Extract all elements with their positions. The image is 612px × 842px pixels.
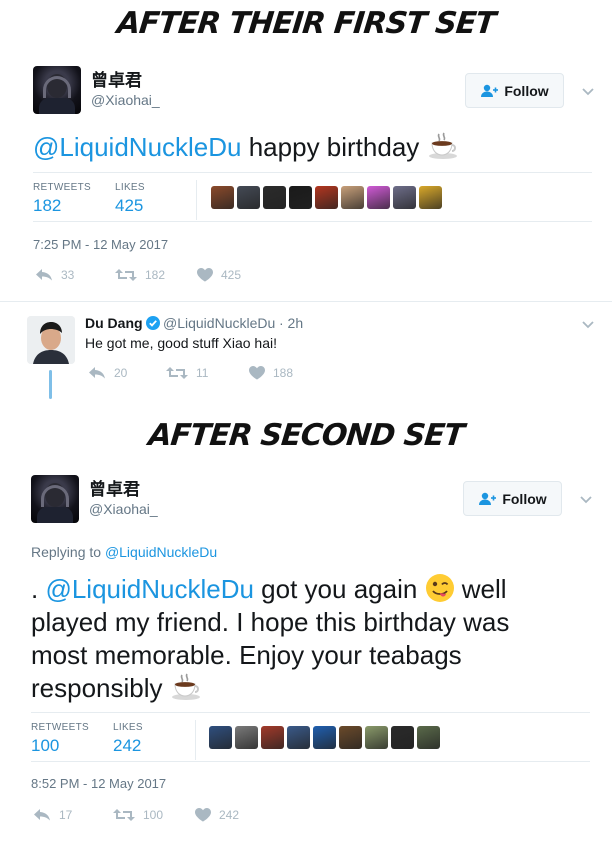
- likes-count[interactable]: 425: [115, 196, 143, 216]
- like-action[interactable]: 242: [195, 808, 239, 822]
- liker-avatar[interactable]: [211, 186, 234, 209]
- reply-author-name[interactable]: Du Dang: [85, 315, 143, 331]
- reply-icon: [36, 269, 52, 281]
- reply-icon: [34, 809, 50, 821]
- liker-avatar[interactable]: [287, 726, 310, 749]
- reply-action[interactable]: 17: [33, 808, 72, 822]
- like-count: 242: [219, 808, 240, 822]
- reply-count: 33: [61, 268, 75, 282]
- follow-button[interactable]: Follow: [465, 73, 564, 108]
- like-action[interactable]: 188: [249, 366, 293, 380]
- liker-avatar[interactable]: [339, 726, 362, 749]
- heart-icon: [197, 268, 213, 282]
- retweets-label: RETWEETS: [33, 182, 91, 193]
- follow-label: Follow: [502, 490, 547, 507]
- retweet-icon: [113, 809, 135, 821]
- retweets-label: RETWEETS: [31, 722, 89, 733]
- author-avatar[interactable]: [33, 66, 81, 114]
- tweet-timestamp[interactable]: 7:25 PM - 12 May 2017: [33, 237, 168, 252]
- liker-avatar[interactable]: [289, 186, 312, 209]
- likers-list: [209, 726, 440, 749]
- liker-avatar[interactable]: [419, 186, 442, 209]
- author-handle[interactable]: @Xiaohai_: [91, 92, 160, 108]
- reply-icon: [89, 367, 105, 379]
- likes-label: LIKES: [115, 182, 145, 193]
- liker-avatar[interactable]: [313, 726, 336, 749]
- like-action[interactable]: 425: [197, 268, 241, 282]
- retweet-icon: [166, 367, 188, 379]
- liker-avatar[interactable]: [235, 726, 258, 749]
- like-count: 188: [273, 366, 294, 380]
- author-avatar[interactable]: [31, 475, 79, 523]
- tweet-text: . @LiquidNuckleDu got you again well pla…: [31, 573, 510, 703]
- liker-avatar[interactable]: [315, 186, 338, 209]
- chevron-down-icon[interactable]: [582, 84, 594, 96]
- winking-tongue-emoji-icon: [425, 573, 455, 603]
- retweet-action[interactable]: 11: [166, 366, 208, 380]
- retweet-icon: [115, 269, 137, 281]
- reply-count: 17: [59, 808, 73, 822]
- like-count: 425: [221, 268, 242, 282]
- retweet-action[interactable]: 182: [115, 268, 165, 282]
- mention-link[interactable]: @LiquidNuckleDu: [45, 574, 254, 604]
- retweet-action[interactable]: 100: [113, 808, 163, 822]
- author-name[interactable]: 曾卓君: [89, 475, 140, 500]
- retweet-count: 100: [143, 808, 164, 822]
- retweet-count: 182: [145, 268, 166, 282]
- reply-action[interactable]: 20: [88, 366, 127, 380]
- liker-avatar[interactable]: [365, 726, 388, 749]
- reply-text: He got me, good stuff Xiao hai!: [85, 335, 277, 351]
- chevron-down-icon[interactable]: [582, 317, 594, 329]
- teacup-emoji-icon: [427, 132, 459, 160]
- likes-label: LIKES: [113, 722, 143, 733]
- liker-avatar[interactable]: [367, 186, 390, 209]
- heading-first-set: AFTER THEIR FIRST SET: [115, 6, 497, 41]
- liker-avatar[interactable]: [237, 186, 260, 209]
- heading-second-set: AFTER SECOND SET: [146, 418, 466, 453]
- liker-avatar[interactable]: [341, 186, 364, 209]
- follow-label: Follow: [504, 82, 549, 99]
- liker-avatar[interactable]: [417, 726, 440, 749]
- replying-to-link[interactable]: @LiquidNuckleDu: [105, 544, 217, 560]
- reply-action[interactable]: 33: [35, 268, 74, 282]
- follow-user-icon: [480, 84, 499, 98]
- reply-count: 20: [114, 366, 128, 380]
- liker-avatar[interactable]: [393, 186, 416, 209]
- heart-icon: [195, 808, 211, 822]
- verified-badge-icon: [146, 316, 160, 330]
- tweet-text: @LiquidNuckleDu happy birthday: [33, 131, 459, 164]
- heart-icon: [249, 366, 265, 380]
- chevron-down-icon[interactable]: [580, 492, 592, 504]
- tweet-timestamp[interactable]: 8:52 PM - 12 May 2017: [31, 776, 166, 791]
- follow-button[interactable]: Follow: [463, 481, 562, 516]
- liker-avatar[interactable]: [261, 726, 284, 749]
- liker-avatar[interactable]: [263, 186, 286, 209]
- reply-time[interactable]: · 2h: [279, 315, 303, 331]
- retweets-count[interactable]: 182: [33, 196, 61, 216]
- retweet-count: 11: [196, 366, 209, 380]
- author-handle[interactable]: @Xiaohai_: [89, 501, 158, 517]
- likers-list: [211, 186, 442, 209]
- follow-user-icon: [478, 492, 497, 506]
- reply-avatar[interactable]: [27, 316, 75, 364]
- likes-count[interactable]: 242: [113, 736, 141, 756]
- liker-avatar[interactable]: [209, 726, 232, 749]
- reply-author-handle[interactable]: @LiquidNuckleDu: [163, 315, 275, 331]
- mention-link[interactable]: @LiquidNuckleDu: [33, 132, 242, 162]
- retweets-count[interactable]: 100: [31, 736, 59, 756]
- liker-avatar[interactable]: [391, 726, 414, 749]
- teacup-emoji-icon: [170, 673, 202, 701]
- author-name[interactable]: 曾卓君: [91, 66, 142, 91]
- replying-to: Replying to @LiquidNuckleDu: [31, 544, 218, 560]
